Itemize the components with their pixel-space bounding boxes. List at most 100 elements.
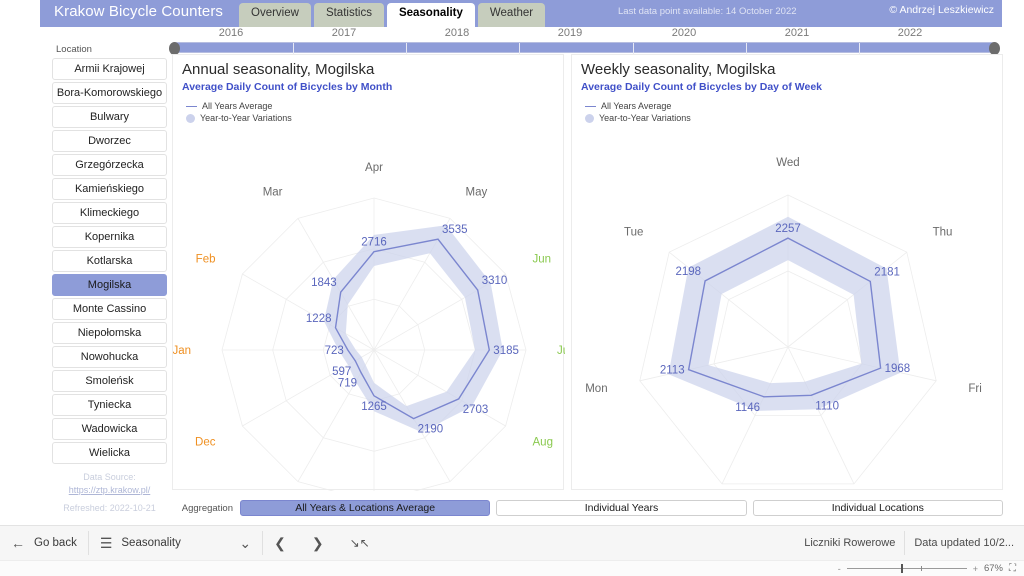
page-nav-group: ❮ ❯ ↘↖ — [263, 526, 381, 561]
year-tick-2022: 2022 — [898, 27, 922, 39]
sidebar-item-wielicka[interactable]: Wielicka — [52, 442, 167, 464]
page-left-margin — [0, 0, 40, 525]
svg-text:Dec: Dec — [195, 437, 216, 449]
slider-track[interactable] — [172, 42, 997, 53]
svg-text:3535: 3535 — [442, 224, 468, 236]
chevron-down-icon[interactable]: ⌄ — [239, 536, 251, 550]
year-tick-2019: 2019 — [558, 27, 582, 39]
aggregation-option-all-years-locations[interactable]: All Years & Locations Average — [240, 500, 490, 516]
sidebar-item-smolensk[interactable]: Smoleńsk — [52, 370, 167, 392]
last-data-point-label: Last data point available: 14 October 20… — [618, 6, 797, 17]
svg-text:1146: 1146 — [735, 402, 760, 414]
weekly-radar-plot: WedThuFriSatSunMonTue2257218119681110114… — [572, 55, 1004, 491]
aggregation-toggle-bar: Aggregation All Years & Locations Averag… — [172, 498, 1003, 518]
annual-seasonality-chart[interactable]: Annual seasonality, Mogilska Average Dai… — [172, 54, 564, 490]
sidebar-item-kopernika[interactable]: Kopernika — [52, 226, 167, 248]
zoom-slider[interactable] — [847, 568, 967, 569]
collapse-icon[interactable]: ↘↖ — [350, 537, 370, 549]
sidebar-item-nowohucka[interactable]: Nowohucka — [52, 346, 167, 368]
year-tick-2017: 2017 — [332, 27, 356, 39]
sidebar-item-bulwary[interactable]: Bulwary — [52, 106, 167, 128]
svg-text:Thu: Thu — [933, 227, 953, 239]
year-tick-2016: 2016 — [219, 27, 243, 39]
sidebar-item-klimeckiego[interactable]: Klimeckiego — [52, 202, 167, 224]
data-source-block: Data Source: https://ztp.krakow.pl/ — [52, 471, 167, 497]
back-arrow-icon: ← — [11, 536, 25, 550]
pages-list-icon: ☰ — [100, 536, 113, 550]
fit-to-page-icon[interactable]: ⛶ — [1009, 563, 1016, 574]
svg-text:3310: 3310 — [482, 275, 508, 287]
current-page-label: Seasonality — [121, 537, 239, 549]
sidebar-item-niepolomska[interactable]: Niepołomska — [52, 322, 167, 344]
svg-text:Tue: Tue — [624, 227, 643, 239]
tab-overview[interactable]: Overview — [239, 3, 311, 27]
svg-text:Jul: Jul — [557, 345, 565, 357]
page-selector[interactable]: ☰ Seasonality ⌄ — [89, 526, 262, 561]
prev-page-icon[interactable]: ❮ — [274, 536, 286, 550]
svg-text:1843: 1843 — [311, 277, 337, 289]
zoom-slider-midtick — [921, 566, 922, 571]
zoom-percent-label: 67% — [984, 563, 1003, 574]
aggregation-label: Aggregation — [172, 503, 240, 514]
svg-text:2198: 2198 — [676, 266, 702, 278]
svg-text:Jun: Jun — [533, 254, 552, 266]
svg-text:3185: 3185 — [493, 345, 519, 357]
svg-text:2703: 2703 — [463, 404, 489, 416]
location-filter-title: Location — [56, 44, 167, 55]
sidebar-item-monte-cassino[interactable]: Monte Cassino — [52, 298, 167, 320]
tab-seasonality[interactable]: Seasonality — [387, 3, 475, 27]
svg-text:2190: 2190 — [418, 424, 444, 436]
data-source-label: Data Source: — [52, 471, 167, 484]
weekly-seasonality-chart[interactable]: Weekly seasonality, Mogilska Average Dai… — [571, 54, 1003, 490]
sidebar-item-tyniecka[interactable]: Tyniecka — [52, 394, 167, 416]
year-range-slider[interactable]: 2016 2017 2018 2019 2020 2021 2022 — [167, 27, 1002, 52]
svg-text:2257: 2257 — [775, 223, 801, 235]
svg-text:719: 719 — [338, 378, 357, 390]
zoom-status-strip: - + 67% ⛶ — [0, 560, 1024, 576]
app-title: Krakow Bicycle Counters — [54, 3, 223, 20]
appbar-right-group: Liczniki Rowerowe Data updated 10/2... — [804, 531, 1024, 555]
zoom-slider-thumb[interactable] — [901, 564, 903, 573]
data-source-link[interactable]: https://ztp.krakow.pl/ — [69, 485, 151, 495]
tab-statistics[interactable]: Statistics — [314, 3, 384, 27]
svg-text:Mon: Mon — [585, 383, 607, 395]
svg-text:Feb: Feb — [196, 254, 216, 266]
svg-text:Apr: Apr — [365, 162, 383, 174]
location-filter-panel: Location Armii Krajowej Bora-Komorowskie… — [52, 44, 167, 513]
svg-text:Mar: Mar — [263, 187, 283, 199]
sidebar-item-armii-krajowej[interactable]: Armii Krajowej — [52, 58, 167, 80]
tab-strip: Overview Statistics Seasonality Weather — [239, 3, 545, 27]
sidebar-item-grzegorzecka[interactable]: Grzegórzecka — [52, 154, 167, 176]
sidebar-item-bora-komorowskiego[interactable]: Bora-Komorowskiego — [52, 82, 167, 104]
go-back-button[interactable]: ← Go back — [0, 526, 88, 561]
desktop-canvas: Krakow Bicycle Counters Last data point … — [0, 0, 1024, 576]
powerbi-app-bar: ← Go back ☰ Seasonality ⌄ ❮ ❯ ↘↖ Licznik… — [0, 525, 1024, 560]
year-tick-2018: 2018 — [445, 27, 469, 39]
sidebar-item-dworzec[interactable]: Dworzec — [52, 130, 167, 152]
sidebar-item-wadowicka[interactable]: Wadowicka — [52, 418, 167, 440]
svg-text:2113: 2113 — [660, 365, 685, 377]
zoom-in-button[interactable]: + — [973, 564, 978, 574]
tab-weather[interactable]: Weather — [478, 3, 545, 27]
sidebar-item-kamienskiego[interactable]: Kamieńskiego — [52, 178, 167, 200]
sidebar-item-mogilska[interactable]: Mogilska — [52, 274, 167, 296]
svg-text:1110: 1110 — [815, 400, 839, 412]
year-tick-2020: 2020 — [672, 27, 696, 39]
aggregation-option-individual-locations[interactable]: Individual Locations — [753, 500, 1003, 516]
next-page-icon[interactable]: ❯ — [312, 536, 324, 550]
aggregation-option-individual-years[interactable]: Individual Years — [496, 500, 746, 516]
svg-text:1265: 1265 — [361, 401, 387, 413]
svg-text:1968: 1968 — [885, 363, 911, 375]
zoom-out-button[interactable]: - — [838, 564, 841, 574]
data-updated-label: Data updated 10/2... — [914, 537, 1014, 549]
sidebar-item-kotlarska[interactable]: Kotlarska — [52, 250, 167, 272]
copyright-label: © Andrzej Leszkiewicz — [889, 4, 994, 16]
report-name-label: Liczniki Rowerowe — [804, 537, 895, 549]
annual-radar-plot: AprMayJunJulAugSepOctNovDecJanFebMar2716… — [173, 55, 565, 491]
svg-text:2716: 2716 — [361, 237, 387, 249]
year-slider-labels: 2016 2017 2018 2019 2020 2021 2022 — [167, 27, 1002, 43]
svg-text:May: May — [466, 187, 488, 199]
go-back-label: Go back — [34, 537, 77, 549]
svg-text:1228: 1228 — [306, 313, 332, 325]
svg-text:597: 597 — [332, 366, 351, 378]
